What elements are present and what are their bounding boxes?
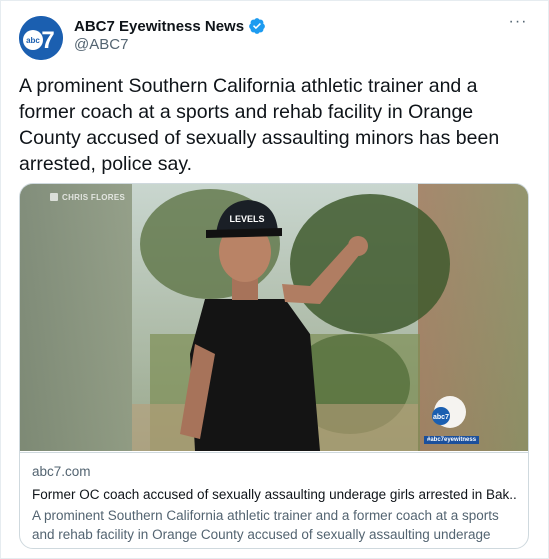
card-photo: LEVELS abc7 [20,184,528,451]
more-options-icon[interactable]: ··· [506,14,530,34]
link-card[interactable]: LEVELS abc7 CHRIS FLORES #abc7eyewitness… [19,183,529,549]
card-info[interactable]: abc7.com Former OC coach accused of sexu… [20,452,528,548]
account-handle[interactable]: @ABC7 [74,36,128,53]
svg-text:7: 7 [41,27,54,54]
watermark-hashtag: #abc7eyewitness [424,436,480,444]
avatar[interactable]: abc 7 [19,16,63,60]
facebook-icon [50,193,58,201]
abc7-logo-icon: abc 7 [19,16,63,60]
card-domain: abc7.com [32,464,91,479]
cap-logo-text: LEVELS [229,214,264,224]
tweet-container: abc 7 ABC7 Eyewitness News @ABC7 ··· A p… [0,0,549,559]
verified-badge-icon [249,18,265,34]
svg-text:abc: abc [26,36,40,45]
account-name[interactable]: ABC7 Eyewitness News [74,18,244,35]
account-name-row: ABC7 Eyewitness News [74,17,266,35]
watermark-logo-text: abc7 [433,414,449,421]
card-title: Former OC coach accused of sexually assa… [32,487,516,502]
photo-credit: CHRIS FLORES [62,193,126,202]
card-description: A prominent Southern California athletic… [32,508,499,548]
tweet-text: A prominent Southern California athletic… [19,75,500,175]
card-image[interactable]: LEVELS abc7 CHRIS FLORES #abc7eyewitness [20,184,528,451]
